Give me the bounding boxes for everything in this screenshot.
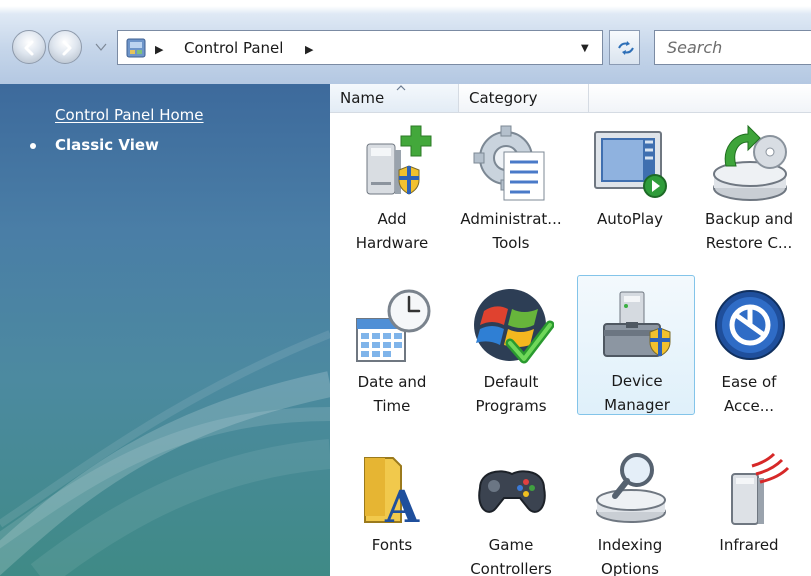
- svg-text:A: A: [384, 482, 420, 532]
- backup-restore-icon: [713, 124, 787, 201]
- forward-arrow-icon: [62, 40, 72, 56]
- fonts-icon: A: [364, 457, 420, 532]
- back-button[interactable]: [12, 30, 46, 64]
- item-label: Date and Time: [357, 373, 427, 415]
- date-time-icon: [356, 289, 431, 362]
- default-programs-icon: [474, 289, 554, 364]
- item-label: Backup and Restore C...: [705, 210, 793, 252]
- control-panel-home-link[interactable]: Control Panel Home: [55, 106, 204, 124]
- item-backup-and-restore[interactable]: Backup and Restore C...: [689, 113, 807, 253]
- item-indexing-options[interactable]: Indexing Options: [570, 439, 688, 576]
- task-pane: Control Panel Home Classic View: [0, 84, 330, 576]
- administrative-tools-icon: [473, 125, 545, 201]
- item-label: Fonts: [371, 536, 413, 554]
- item-device-manager[interactable]: Device Manager: [577, 275, 695, 415]
- item-label: Default Programs: [475, 373, 547, 415]
- sidebar-background-swirl: [0, 330, 330, 576]
- item-label: Indexing Options: [597, 536, 663, 576]
- item-label: Device Manager: [604, 372, 670, 414]
- back-arrow-icon: [24, 40, 34, 56]
- column-header-bar: Name Category: [330, 84, 811, 113]
- item-label: AutoPlay: [596, 210, 664, 228]
- item-fonts[interactable]: A Fonts: [332, 439, 450, 576]
- item-add-hardware[interactable]: Add Hardware: [332, 113, 450, 253]
- recent-pages-dropdown-icon[interactable]: [95, 42, 107, 52]
- item-label: Infrared: [719, 536, 779, 554]
- forward-button[interactable]: [48, 30, 82, 64]
- breadcrumb-separator-icon[interactable]: ▶: [155, 43, 163, 56]
- indexing-options-icon: [596, 453, 666, 523]
- address-dropdown-icon[interactable]: ▼: [581, 43, 589, 54]
- add-hardware-icon: [366, 125, 432, 195]
- classic-view-link[interactable]: Classic View: [55, 136, 159, 154]
- item-default-programs[interactable]: Default Programs: [451, 276, 569, 416]
- column-header-name[interactable]: Name: [330, 84, 459, 112]
- item-ease-of-access[interactable]: Ease of Acce...: [689, 276, 807, 416]
- infrared-icon: [731, 452, 790, 525]
- search-placeholder: Search: [667, 38, 723, 57]
- game-controllers-icon: [478, 470, 546, 513]
- navigation-bar: ▶ Control Panel ▶ ▼ Search: [0, 0, 811, 84]
- ease-of-access-icon: [715, 290, 785, 360]
- column-header-category-label: Category: [469, 89, 538, 107]
- item-label: Add Hardware: [355, 210, 429, 252]
- selected-bullet-icon: [30, 143, 36, 149]
- refresh-icon: [618, 41, 634, 55]
- search-input[interactable]: Search: [654, 30, 811, 65]
- item-administrative-tools[interactable]: Administrat... Tools: [451, 113, 569, 253]
- item-date-and-time[interactable]: Date and Time: [332, 276, 450, 416]
- column-header-name-label: Name: [340, 89, 385, 107]
- item-autoplay[interactable]: AutoPlay: [570, 113, 688, 253]
- column-header-category[interactable]: Category: [459, 84, 589, 112]
- address-bar[interactable]: ▶ Control Panel ▶ ▼: [117, 30, 603, 65]
- autoplay-icon: [594, 131, 667, 198]
- sort-ascending-icon: [396, 85, 406, 91]
- refresh-button[interactable]: [609, 30, 640, 65]
- item-label: Ease of Acce...: [721, 373, 777, 415]
- control-panel-items: Add Hardware Administrat... Tools AutoPl…: [330, 113, 811, 576]
- breadcrumb-separator-icon[interactable]: ▶: [305, 43, 313, 56]
- item-label: Game Controllers: [470, 536, 552, 576]
- item-game-controllers[interactable]: Game Controllers: [451, 439, 569, 576]
- breadcrumb-control-panel[interactable]: Control Panel: [184, 39, 283, 57]
- control-panel-icon: [126, 38, 146, 58]
- device-manager-icon: [603, 291, 671, 357]
- item-label: Administrat... Tools: [460, 210, 562, 252]
- item-infrared[interactable]: Infrared: [689, 439, 807, 576]
